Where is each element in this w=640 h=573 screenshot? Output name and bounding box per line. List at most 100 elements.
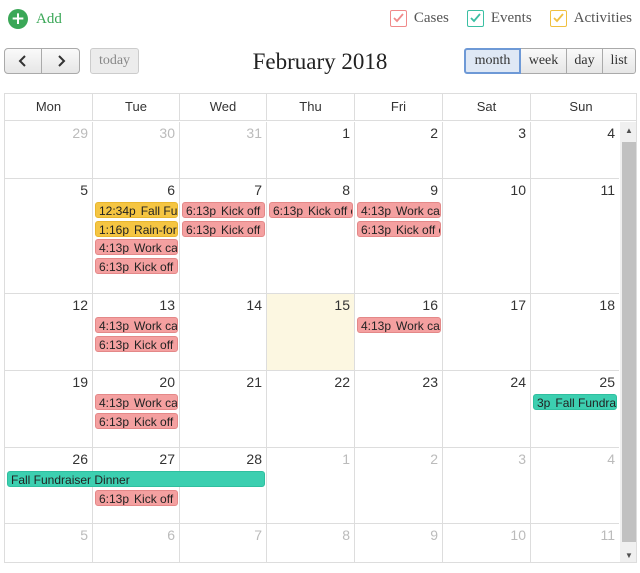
day-number[interactable]: 8 <box>342 527 350 543</box>
day-cell[interactable]: 8 <box>267 524 355 562</box>
day-number[interactable]: 3 <box>518 125 526 141</box>
calendar-scrollbar[interactable]: ▲ ▼ <box>620 122 636 562</box>
filter-cases[interactable]: Cases <box>389 10 449 27</box>
day-cell[interactable]: 4 <box>531 448 619 523</box>
day-cell[interactable]: 19 <box>5 371 93 447</box>
day-number[interactable]: 6 <box>167 182 175 198</box>
day-number[interactable]: 10 <box>510 182 526 198</box>
day-cell[interactable]: 4 <box>531 122 619 178</box>
day-number[interactable]: 28 <box>246 451 262 467</box>
day-cell[interactable]: 1 <box>267 122 355 178</box>
day-cell[interactable]: 14 <box>180 294 267 370</box>
day-number[interactable]: 2 <box>430 451 438 467</box>
day-number[interactable]: 5 <box>80 527 88 543</box>
day-number[interactable]: 19 <box>72 374 88 390</box>
day-cell[interactable]: 18 <box>531 294 619 370</box>
day-cell[interactable]: 22 <box>267 371 355 447</box>
day-number[interactable]: 26 <box>72 451 88 467</box>
case-event[interactable]: 4:13p Work case <box>95 317 178 333</box>
day-cell[interactable]: 5 <box>5 179 93 293</box>
day-number[interactable]: 27 <box>159 451 175 467</box>
day-cell[interactable]: 31 <box>180 122 267 178</box>
day-number[interactable]: 14 <box>246 297 262 313</box>
day-number[interactable]: 15 <box>334 297 350 313</box>
case-event[interactable]: 6:13p Kick off case <box>357 220 441 237</box>
case-event[interactable]: 4:13p Work case <box>357 202 441 218</box>
day-cell[interactable]: 11 <box>531 179 619 293</box>
case-event[interactable]: 6:13p Kick off case <box>95 412 178 429</box>
case-event[interactable]: 4:13p Work case <box>95 394 178 410</box>
day-number[interactable]: 9 <box>430 527 438 543</box>
day-cell[interactable]: 23 <box>355 371 443 447</box>
day-number[interactable]: 13 <box>159 297 175 313</box>
case-event[interactable]: 4:13p Work case <box>357 317 441 333</box>
case-event[interactable]: 6:13p Kick off case <box>95 257 178 274</box>
day-number[interactable]: 7 <box>254 527 262 543</box>
day-cell[interactable]: 21 <box>180 371 267 447</box>
day-cell[interactable]: 29 <box>5 122 93 178</box>
activity-event[interactable]: 12:34p Fall Fundraiser <box>95 202 178 218</box>
checkbox-activities[interactable] <box>549 10 567 27</box>
day-number[interactable]: 16 <box>422 297 438 313</box>
day-number[interactable]: 11 <box>600 182 615 198</box>
day-number[interactable]: 2 <box>430 125 438 141</box>
day-number[interactable]: 24 <box>510 374 526 390</box>
day-number[interactable]: 31 <box>246 125 262 141</box>
day-number[interactable]: 25 <box>599 374 615 390</box>
next-month-button[interactable] <box>42 48 80 74</box>
event-event[interactable]: Fall Fundraiser Dinner <box>7 471 265 487</box>
day-number[interactable]: 1 <box>342 125 350 141</box>
checkbox-events[interactable] <box>466 10 484 27</box>
day-number[interactable]: 12 <box>72 297 88 313</box>
day-number[interactable]: 3 <box>518 451 526 467</box>
case-event[interactable]: 6:13p Kick off case <box>182 220 265 237</box>
day-number[interactable]: 21 <box>246 374 262 390</box>
day-number[interactable]: 1 <box>342 451 350 467</box>
day-number[interactable]: 17 <box>510 297 526 313</box>
day-cell[interactable]: 5 <box>5 524 93 562</box>
case-event[interactable]: 4:13p Work case <box>95 239 178 255</box>
prev-month-button[interactable] <box>4 48 42 74</box>
day-cell[interactable]: 1 <box>267 448 355 523</box>
day-number[interactable]: 29 <box>72 125 88 141</box>
filter-activities[interactable]: Activities <box>549 10 632 27</box>
day-cell[interactable]: 8 <box>267 179 355 293</box>
scroll-up-arrow-icon[interactable]: ▲ <box>620 122 636 139</box>
day-number[interactable]: 11 <box>600 527 615 543</box>
day-cell[interactable]: 10 <box>443 179 531 293</box>
day-cell[interactable]: 10 <box>443 524 531 562</box>
view-list-button[interactable]: list <box>602 48 636 74</box>
view-month-button[interactable]: month <box>464 48 521 74</box>
day-cell[interactable]: 2 <box>355 122 443 178</box>
day-cell[interactable]: 9 <box>355 524 443 562</box>
scroll-down-arrow-icon[interactable]: ▼ <box>620 547 636 562</box>
activity-event[interactable]: 1:16p Rain-forest <box>95 220 178 237</box>
day-cell[interactable]: 3 <box>443 448 531 523</box>
case-event[interactable]: 6:13p Kick off case <box>95 489 178 506</box>
day-number[interactable]: 7 <box>254 182 262 198</box>
day-number[interactable]: 4 <box>607 125 615 141</box>
day-cell[interactable]: 6 <box>93 524 180 562</box>
day-number[interactable]: 10 <box>510 527 526 543</box>
add-button[interactable]: + Add <box>8 9 62 29</box>
case-event[interactable]: 6:13p Kick off case <box>269 202 353 218</box>
day-cell[interactable]: 17 <box>443 294 531 370</box>
day-cell[interactable]: 30 <box>93 122 180 178</box>
case-event[interactable]: 6:13p Kick off case <box>95 335 178 352</box>
filter-events[interactable]: Events <box>466 10 532 27</box>
day-number[interactable]: 4 <box>607 451 615 467</box>
day-number[interactable]: 6 <box>167 527 175 543</box>
event-event[interactable]: 3p Fall Fundraiser Dinner <box>533 394 617 410</box>
view-day-button[interactable]: day <box>566 48 603 74</box>
day-number[interactable]: 20 <box>159 374 175 390</box>
day-number[interactable]: 22 <box>334 374 350 390</box>
checkbox-cases[interactable] <box>389 10 407 27</box>
day-cell[interactable]: 24 <box>443 371 531 447</box>
day-cell[interactable]: 11 <box>531 524 619 562</box>
day-number[interactable]: 5 <box>80 182 88 198</box>
day-cell[interactable]: 7 <box>180 524 267 562</box>
day-cell-today[interactable]: 15 <box>267 294 355 370</box>
day-cell[interactable]: 3 <box>443 122 531 178</box>
case-event[interactable]: 6:13p Kick off case <box>182 202 265 218</box>
today-button[interactable]: today <box>90 48 139 74</box>
